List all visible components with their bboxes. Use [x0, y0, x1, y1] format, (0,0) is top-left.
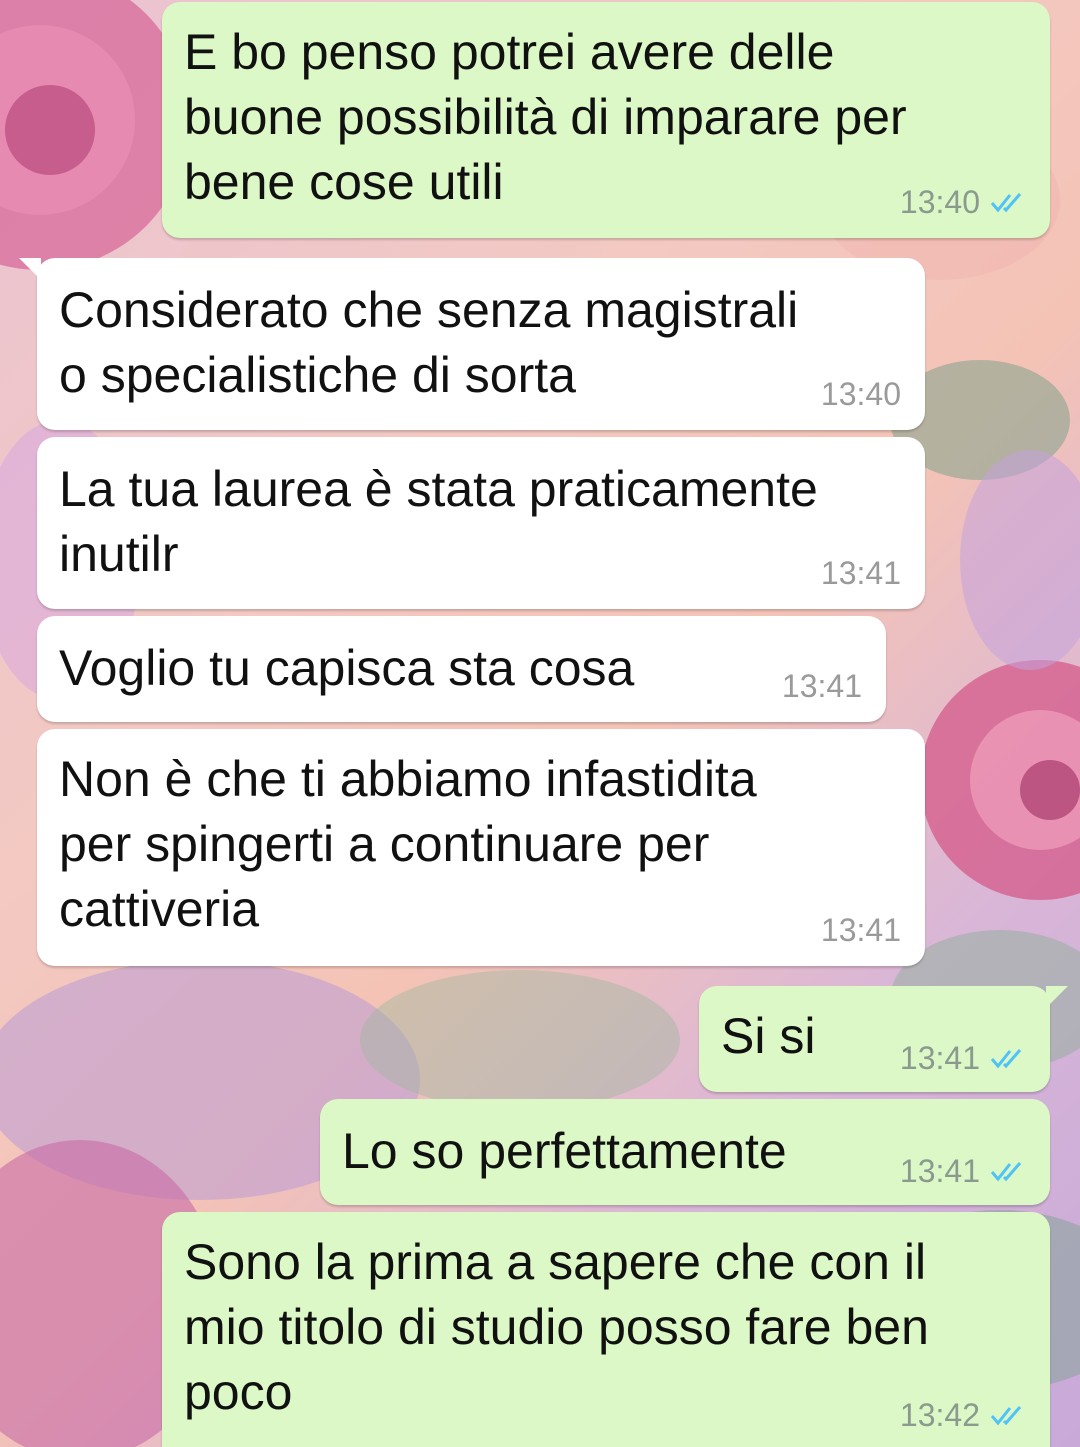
message-bubble-outgoing[interactable]: Lo so perfettamente 13:41	[320, 1099, 1050, 1205]
message-time: 13:40	[820, 376, 901, 412]
message-bubble-outgoing[interactable]: Sono la prima a sapere che con il mio ti…	[162, 1212, 1050, 1447]
message-meta: 13:41	[900, 1040, 1026, 1076]
message-meta: 13:41	[900, 1153, 1026, 1189]
read-double-check-icon	[990, 1406, 1022, 1426]
message-meta: 13:42	[900, 1397, 1026, 1433]
message-bubble-incoming[interactable]: Non è che ti abbiamo infastidita per spi…	[37, 729, 925, 966]
message-text: Considerato che senza magistrali o speci…	[59, 282, 799, 403]
message-time: 13:41	[899, 1153, 980, 1189]
message-text: Voglio tu capisca sta cosa	[59, 640, 635, 696]
bubble-tail	[1046, 986, 1068, 1008]
message-time: 13:42	[899, 1397, 980, 1433]
message-bubble-outgoing[interactable]: Si si 13:41	[699, 986, 1068, 1092]
message-text: Sono la prima a sapere che con il mio ti…	[184, 1234, 929, 1420]
bubble-tail	[19, 258, 41, 280]
message-time: 13:40	[899, 184, 980, 220]
message-text: Non è che ti abbiamo infastidita per spi…	[59, 751, 757, 937]
message-bubble-incoming[interactable]: Considerato che senza magistrali o speci…	[19, 258, 925, 430]
message-bubble-outgoing[interactable]: E bo penso potrei avere delle buone poss…	[162, 2, 1050, 238]
message-meta: 13:40	[821, 376, 901, 412]
message-text: La tua laurea è stata praticamente inuti…	[59, 461, 818, 582]
message-text: Si si	[721, 1008, 816, 1064]
read-double-check-icon	[990, 193, 1022, 213]
message-time: 13:41	[781, 668, 862, 704]
message-time: 13:41	[899, 1040, 980, 1076]
message-meta: 13:41	[782, 668, 862, 704]
message-meta: 13:40	[900, 184, 1026, 220]
read-double-check-icon	[990, 1049, 1022, 1069]
message-meta: 13:41	[821, 555, 901, 591]
message-time: 13:41	[820, 912, 901, 948]
message-bubble-incoming[interactable]: Voglio tu capisca sta cosa 13:41	[37, 616, 886, 722]
message-bubble-incoming[interactable]: La tua laurea è stata praticamente inuti…	[37, 437, 925, 609]
message-text: Lo so perfettamente	[342, 1123, 787, 1179]
message-time: 13:41	[820, 555, 901, 591]
read-double-check-icon	[990, 1162, 1022, 1182]
message-meta: 13:41	[821, 912, 901, 948]
message-text: E bo penso potrei avere delle buone poss…	[184, 24, 907, 210]
